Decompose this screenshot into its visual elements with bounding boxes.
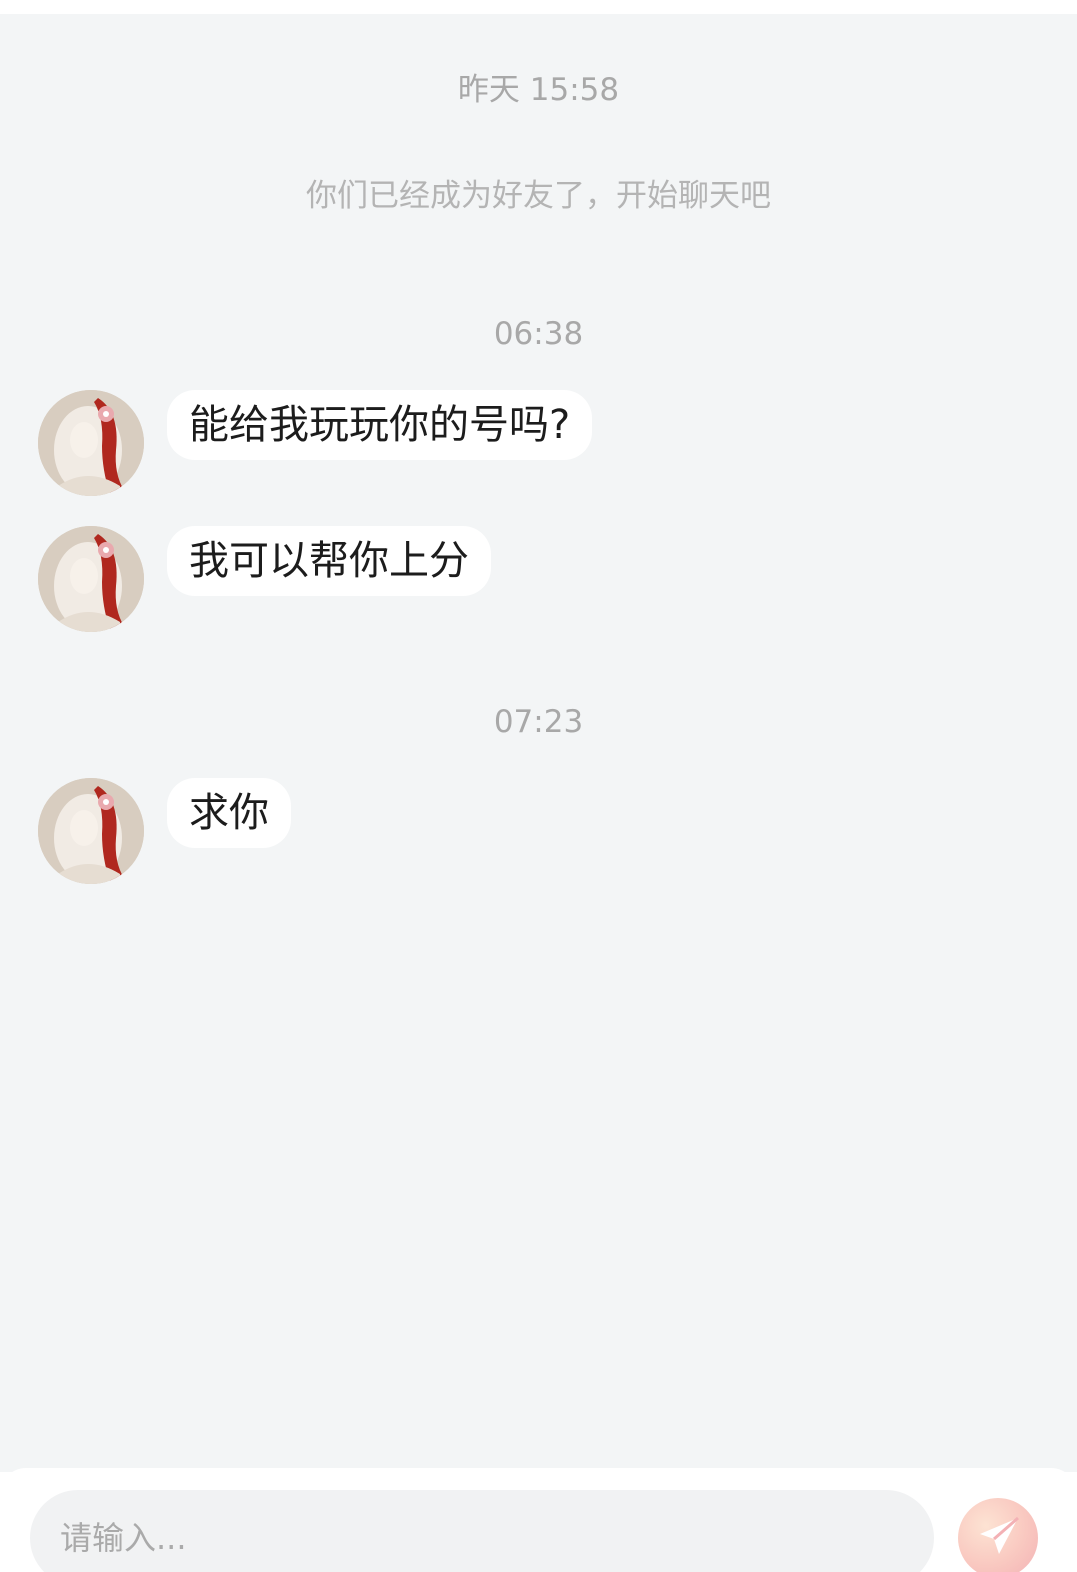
input-bar (0, 1468, 1077, 1572)
message-bubble[interactable]: 我可以帮你上分 (167, 526, 491, 596)
message-list[interactable]: 昨天 15:58 你们已经成为好友了，开始聊天吧 06:38 能给我玩玩你的号吗… (0, 14, 1077, 1472)
message-bubble[interactable]: 求你 (167, 778, 291, 848)
system-notice: 你们已经成为好友了，开始聊天吧 (306, 178, 771, 214)
message-bubble[interactable]: 能给我玩玩你的号吗? (167, 390, 593, 460)
avatar[interactable] (38, 390, 144, 496)
chat-screen: 昨天 15:58 你们已经成为好友了，开始聊天吧 06:38 能给我玩玩你的号吗… (0, 0, 1077, 1572)
avatar[interactable] (38, 778, 144, 884)
time-divider: 06:38 (493, 316, 584, 352)
time-divider: 昨天 15:58 (457, 72, 620, 108)
avatar[interactable] (38, 526, 144, 632)
paper-plane-icon (980, 1516, 1019, 1554)
send-button[interactable] (958, 1498, 1038, 1572)
message-input[interactable] (30, 1490, 934, 1572)
time-divider: 07:23 (493, 704, 584, 740)
